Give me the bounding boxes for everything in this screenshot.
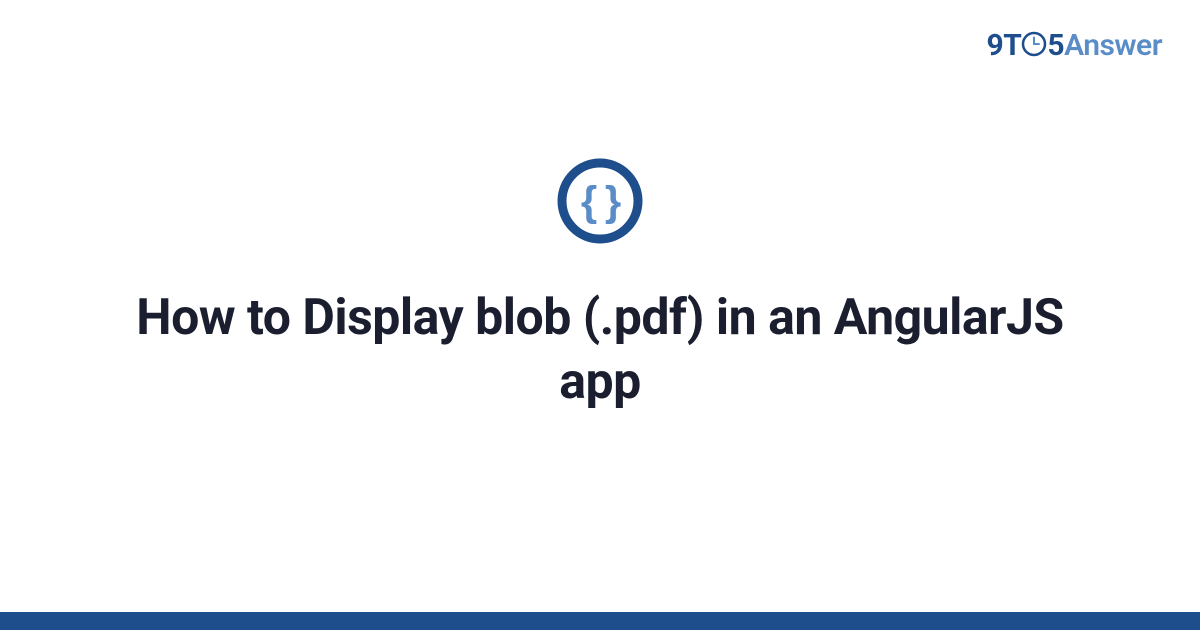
page-title: How to Display blob (.pdf) in an Angular… [100,286,1100,414]
category-braces-icon: { } [555,156,645,250]
main-content: { } How to Display blob (.pdf) in an Ang… [0,0,1200,630]
footer-accent-bar [0,612,1200,630]
svg-text:{ }: { } [581,178,621,225]
